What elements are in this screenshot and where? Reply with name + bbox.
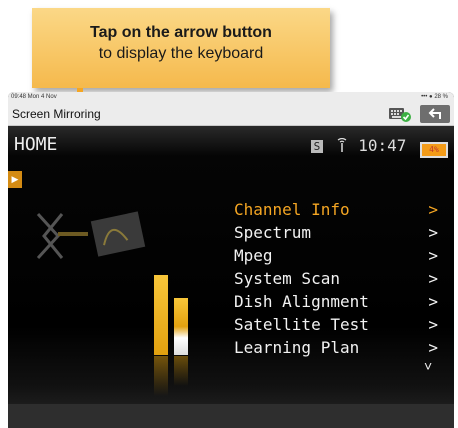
battery-label: 4% <box>429 145 439 154</box>
device-window: 09:48 Mon 4 Nov ••• ● 28 % Screen Mirror… <box>8 92 454 428</box>
menu-item-channel-info[interactable]: Channel Info > <box>234 200 444 223</box>
back-arrow-icon <box>428 108 441 119</box>
menu-item-satellite-test[interactable]: Satellite Test > <box>234 315 444 338</box>
menu-item-label: System Scan <box>234 269 340 288</box>
chevron-right-icon: > <box>428 338 438 357</box>
menu-item-label: Channel Info <box>234 200 350 219</box>
play-arrow-icon: ▶ <box>11 174 19 184</box>
device-screen: HOME S 10:47 4% ▶ Channel Info > Spectru… <box>8 126 454 428</box>
main-menu: Channel Info > Spectrum > Mpeg > System … <box>234 200 444 361</box>
menu-item-label: Learning Plan <box>234 338 360 357</box>
chevron-right-icon: > <box>428 315 438 334</box>
chevron-right-icon: > <box>428 269 438 288</box>
scroll-down-chevron-icon[interactable]: ˅ <box>424 358 432 374</box>
status-time-date: 09:48 Mon 4 Nov <box>11 94 57 100</box>
battery-icon: 4% <box>420 142 448 158</box>
chevron-right-icon: > <box>428 200 438 219</box>
instruction-callout: Tap on the arrow button to display the k… <box>32 8 330 88</box>
chevron-right-icon: > <box>428 223 438 242</box>
menu-item-label: Mpeg <box>234 246 273 265</box>
menu-item-system-scan[interactable]: System Scan > <box>234 269 444 292</box>
antenna-icon <box>335 136 359 155</box>
device-status-area: S 10:47 4% <box>310 136 448 158</box>
callout-line-2: to display the keyboard <box>98 45 264 62</box>
device-time: 10:47 <box>358 136 407 155</box>
level-bar-2-reflection <box>174 356 188 386</box>
level-bar-1-reflection <box>154 356 168 396</box>
mirroring-title: Screen Mirroring <box>12 107 101 121</box>
callout-line-1: Tap on the arrow button <box>90 24 272 41</box>
menu-item-mpeg[interactable]: Mpeg > <box>234 246 444 269</box>
menu-item-learning-plan[interactable]: Learning Plan > <box>234 338 444 361</box>
menu-item-dish-alignment[interactable]: Dish Alignment > <box>234 292 444 315</box>
menu-item-label: Spectrum <box>234 223 312 242</box>
back-button[interactable] <box>420 105 450 123</box>
ios-status-bar: 09:48 Mon 4 Nov ••• ● 28 % <box>8 92 454 103</box>
satellite-dish-graphic <box>18 186 148 286</box>
status-indicators: ••• ● 28 % <box>421 94 448 100</box>
menu-item-label: Dish Alignment <box>234 292 369 311</box>
keyboard-check-icon[interactable] <box>388 106 412 122</box>
menu-item-spectrum[interactable]: Spectrum > <box>234 223 444 246</box>
device-footer-bar <box>8 404 454 428</box>
signal-badge: S <box>310 140 323 153</box>
menu-item-label: Satellite Test <box>234 315 369 334</box>
chevron-right-icon: > <box>428 246 438 265</box>
level-bar-2 <box>174 298 188 355</box>
chevron-right-icon: > <box>428 292 438 311</box>
page-title: HOME <box>14 134 58 155</box>
mirroring-toolbar: Screen Mirroring <box>8 103 454 126</box>
level-bar-1 <box>154 275 168 355</box>
